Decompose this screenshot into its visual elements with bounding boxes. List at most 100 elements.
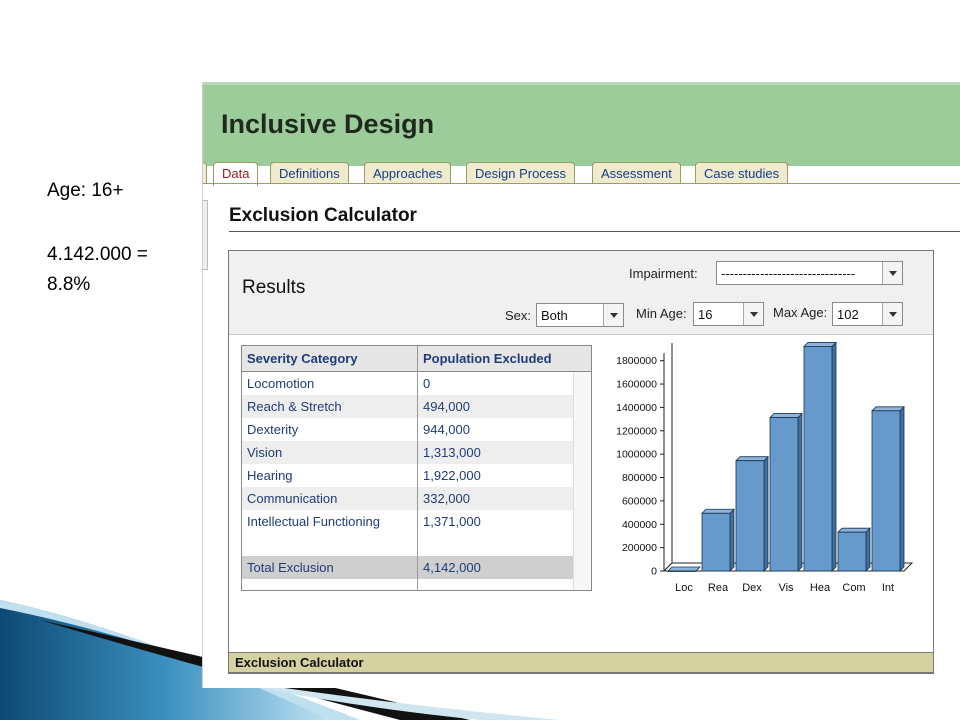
table-total-row[interactable]: Total Exclusion 4,142,000 [242, 556, 573, 579]
bar-top [803, 342, 837, 347]
header-population-excluded[interactable]: Population Excluded [423, 351, 552, 366]
impairment-label: Impairment: [629, 266, 698, 281]
cell-population: 944,000 [423, 422, 470, 437]
cell-population: 1,922,000 [423, 468, 481, 483]
x-tick-label: Int [882, 582, 894, 594]
min-age-label: Min Age: [636, 306, 687, 321]
chevron-down-icon[interactable] [882, 262, 902, 284]
bar-top [667, 566, 701, 572]
bar-side [865, 527, 871, 572]
x-tick-label: Loc [675, 582, 693, 594]
min-age-select[interactable]: 16 [693, 302, 764, 326]
cell-category: Intellectual Functioning [247, 514, 380, 529]
max-age-select[interactable]: 102 [832, 302, 903, 326]
bar-top [837, 527, 871, 533]
bar [871, 410, 901, 572]
bar [667, 570, 697, 572]
table-row[interactable]: Intellectual Functioning 1,371,000 [242, 510, 573, 533]
bar-side [831, 341, 837, 572]
cell-total-value: 4,142,000 [423, 560, 481, 575]
sidebar-fragment [203, 200, 208, 270]
bar-side [763, 455, 769, 572]
cell-population: 494,000 [423, 399, 470, 414]
age-note: Age: 16+ [47, 180, 124, 201]
impairment-select[interactable]: ------------------------------- [716, 261, 903, 285]
cell-population: 1,371,000 [423, 514, 481, 529]
tab-approaches[interactable]: Approaches [364, 162, 452, 184]
results-heading: Results [242, 277, 306, 298]
impairment-value: ------------------------------- [721, 266, 856, 281]
cell-category: Locomotion [247, 376, 315, 391]
status-bar: Exclusion Calculator [228, 652, 934, 673]
bar-top [735, 456, 769, 462]
total-note-count: 4.142.000 = [47, 244, 148, 265]
x-tick-label: Dex [742, 582, 762, 594]
tab-design-process[interactable]: Design Process [466, 162, 576, 184]
bar-side [729, 508, 735, 572]
bar-side [899, 405, 905, 572]
bar [735, 460, 765, 572]
y-tick-label: 1800000 [616, 355, 657, 367]
y-tick-label: 400000 [622, 519, 657, 531]
page-title: Exclusion Calculator [229, 205, 417, 226]
y-tick-label: 1600000 [616, 379, 657, 391]
bar-top [769, 413, 803, 418]
bar [803, 346, 833, 572]
tab-stub [203, 162, 207, 184]
y-tick-label: 200000 [622, 542, 657, 554]
max-age-value: 102 [837, 307, 859, 322]
sex-value: Both [541, 308, 568, 323]
results-table: Severity Category Population Excluded Lo… [241, 345, 592, 591]
table-row[interactable]: Communication 332,000 [242, 487, 573, 510]
tab-assessment[interactable]: Assessment [592, 162, 681, 184]
cell-category: Vision [247, 445, 283, 460]
exclusion-bar-chart: 0 200000 400000 600000 800000 1000000 1200000 1… [616, 341, 914, 594]
cell-category: Communication [247, 491, 338, 506]
table-row[interactable]: Reach & Stretch 494,000 [242, 395, 573, 418]
sex-label: Sex: [505, 308, 532, 323]
header-severity-category[interactable]: Severity Category [247, 351, 358, 366]
chevron-down-icon[interactable] [882, 303, 902, 325]
cell-population: 1,313,000 [423, 445, 481, 460]
y-tick-label: 1400000 [616, 402, 657, 414]
bar [769, 417, 799, 572]
bar-top [871, 406, 905, 412]
table-row[interactable]: Dexterity 944,000 [242, 418, 573, 441]
chart-back-wall [663, 343, 673, 572]
cell-category: Reach & Stretch [247, 399, 342, 414]
table-row[interactable]: Locomotion 0 [242, 372, 573, 395]
tab-bar: Data Definitions Approaches Design Proce… [203, 162, 960, 186]
app-header: Inclusive Design [203, 82, 960, 166]
tab-definitions[interactable]: Definitions [270, 162, 349, 184]
table-row[interactable]: Vision 1,313,000 [242, 441, 573, 464]
bar [837, 531, 867, 572]
y-tick-label: 600000 [622, 495, 657, 507]
tab-case-studies[interactable]: Case studies [695, 162, 789, 184]
bar [701, 512, 731, 572]
table-scrollbar[interactable] [573, 372, 591, 590]
y-tick-label: 1200000 [616, 425, 657, 437]
x-tick-label: Hea [810, 582, 831, 594]
app-window: Inclusive Design Data Definitions Approa… [202, 82, 960, 688]
tab-divider [203, 183, 960, 184]
bar-top [701, 508, 735, 514]
y-tick-label: 800000 [622, 472, 657, 484]
min-age-value: 16 [698, 307, 713, 322]
chevron-down-icon[interactable] [603, 304, 623, 326]
y-tick-label: 1000000 [616, 449, 657, 461]
cell-category: Dexterity [247, 422, 299, 437]
bar-side [797, 412, 803, 572]
filter-bar: Results Impairment: --------------------… [229, 251, 933, 335]
results-panel: Results Impairment: --------------------… [228, 250, 934, 674]
x-tick-label: Com [842, 582, 865, 594]
sex-select[interactable]: Both [536, 303, 624, 327]
app-title: Inclusive Design [221, 109, 435, 139]
cell-category: Hearing [247, 468, 293, 483]
total-note-percent: 8.8% [47, 274, 91, 295]
chevron-down-icon[interactable] [743, 303, 763, 325]
max-age-label: Max Age: [773, 305, 828, 320]
table-row[interactable]: Hearing 1,922,000 [242, 464, 573, 487]
x-tick-label: Rea [708, 582, 729, 594]
cell-total-label: Total Exclusion [247, 560, 334, 575]
cell-population: 332,000 [423, 491, 470, 506]
